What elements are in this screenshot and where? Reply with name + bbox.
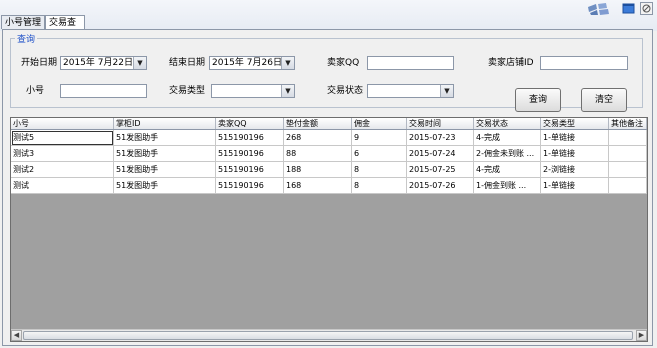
column-header[interactable]: 交易时间 xyxy=(407,118,474,129)
table-cell[interactable]: 2-佣金未到账 ... xyxy=(474,146,541,162)
column-header[interactable]: 小号 xyxy=(11,118,114,129)
table-cell[interactable]: 4-完成 xyxy=(474,130,541,146)
search-button[interactable]: 查询 xyxy=(515,88,561,112)
column-header[interactable]: 交易类型 xyxy=(541,118,609,129)
table-cell[interactable]: 测试 xyxy=(11,178,114,194)
table-cell[interactable]: 88 xyxy=(284,146,352,162)
trade-status-label: 交易状态 xyxy=(327,86,364,96)
windows-logo-icon xyxy=(588,3,609,15)
shop-id-label: 卖家店铺ID xyxy=(488,58,534,68)
scrollbar-thumb[interactable] xyxy=(23,331,633,340)
table-cell[interactable]: 188 xyxy=(284,162,352,178)
table-cell[interactable]: 测试3 xyxy=(11,146,114,162)
table-cell[interactable]: 测试5 xyxy=(11,130,114,146)
column-header[interactable]: 交易状态 xyxy=(474,118,541,129)
table-cell[interactable]: 2-浏链接 xyxy=(541,162,609,178)
table-cell[interactable]: 8 xyxy=(352,162,407,178)
table-row[interactable]: 测试2 51发图助手 515190196 188 8 2015-07-25 4-… xyxy=(11,162,647,178)
start-date-picker[interactable]: 2015年 7月22日 ▼ xyxy=(60,56,147,70)
clear-button[interactable]: 清空 xyxy=(581,88,627,112)
table-cell[interactable] xyxy=(609,178,647,194)
table-cell[interactable]: 测试2 xyxy=(11,162,114,178)
start-date-label: 开始日期 xyxy=(21,58,58,68)
table-cell[interactable]: 1-单链接 xyxy=(541,130,609,146)
trade-query-panel: 查询 开始日期 2015年 7月22日 ▼ 结束日期 2015年 7月26日 ▼… xyxy=(2,29,653,346)
table-cell[interactable]: 2015-07-24 xyxy=(407,146,474,162)
end-date-label: 结束日期 xyxy=(169,58,206,68)
table-cell[interactable]: 2015-07-23 xyxy=(407,130,474,146)
table-cell[interactable]: 4-完成 xyxy=(474,162,541,178)
chevron-down-icon[interactable]: ▼ xyxy=(440,85,453,97)
table-cell[interactable]: 51发图助手 xyxy=(114,130,216,146)
query-group: 查询 开始日期 2015年 7月22日 ▼ 结束日期 2015年 7月26日 ▼… xyxy=(10,32,643,112)
tab-bar: 小号管理 交易查询 xyxy=(0,0,657,42)
table-cell[interactable]: 1-佣金到账 ... xyxy=(474,178,541,194)
table-cell[interactable]: 9 xyxy=(352,130,407,146)
chevron-down-icon[interactable]: ▼ xyxy=(281,57,294,69)
table-cell[interactable]: 51发图助手 xyxy=(114,178,216,194)
table-cell[interactable]: 1-单链接 xyxy=(541,146,609,162)
table-cell[interactable]: 51发图助手 xyxy=(114,146,216,162)
results-grid[interactable]: 小号 掌柜ID 卖家QQ 垫付金额 佣金 交易时间 交易状态 交易类型 其他备注… xyxy=(10,117,648,342)
horizontal-scrollbar[interactable]: ◀ ▶ xyxy=(11,329,647,341)
table-cell[interactable]: 2015-07-26 xyxy=(407,178,474,194)
table-cell[interactable]: 168 xyxy=(284,178,352,194)
table-cell[interactable]: 6 xyxy=(352,146,407,162)
end-date-picker[interactable]: 2015年 7月26日 ▼ xyxy=(209,56,295,70)
account-input[interactable] xyxy=(60,84,147,98)
table-cell[interactable]: 515190196 xyxy=(216,178,284,194)
chevron-down-icon[interactable]: ▼ xyxy=(133,57,146,69)
query-group-title: 查询 xyxy=(17,35,36,45)
table-cell[interactable] xyxy=(609,146,647,162)
column-header[interactable]: 垫付金额 xyxy=(284,118,352,129)
table-cell[interactable]: 515190196 xyxy=(216,146,284,162)
window-icon[interactable] xyxy=(622,2,635,15)
close-icon[interactable] xyxy=(640,2,653,15)
tab-account-management[interactable]: 小号管理 xyxy=(1,15,45,29)
shop-id-input[interactable] xyxy=(540,56,628,70)
tab-trade-query[interactable]: 交易查询 xyxy=(45,15,85,42)
seller-qq-label: 卖家QQ xyxy=(327,58,360,68)
table-cell[interactable]: 515190196 xyxy=(216,162,284,178)
table-cell[interactable]: 51发图助手 xyxy=(114,162,216,178)
trade-type-select[interactable]: ▼ xyxy=(211,84,295,98)
column-header[interactable]: 佣金 xyxy=(352,118,407,129)
table-cell[interactable] xyxy=(609,130,647,146)
table-row[interactable]: 测试3 51发图助手 515190196 88 6 2015-07-24 2-佣… xyxy=(11,146,647,162)
grid-header: 小号 掌柜ID 卖家QQ 垫付金额 佣金 交易时间 交易状态 交易类型 其他备注 xyxy=(11,118,647,130)
table-cell[interactable]: 515190196 xyxy=(216,130,284,146)
seller-qq-input[interactable] xyxy=(367,56,454,70)
table-cell[interactable]: 8 xyxy=(352,178,407,194)
trade-status-select[interactable]: ▼ xyxy=(367,84,454,98)
column-header[interactable]: 其他备注 xyxy=(609,118,647,129)
chevron-down-icon[interactable]: ▼ xyxy=(281,85,294,97)
scroll-right-icon[interactable]: ▶ xyxy=(636,330,647,341)
scroll-left-icon[interactable]: ◀ xyxy=(11,330,22,341)
table-row[interactable]: 测试 51发图助手 515190196 168 8 2015-07-26 1-佣… xyxy=(11,178,647,194)
account-label: 小号 xyxy=(26,86,45,96)
table-cell[interactable]: 2015-07-25 xyxy=(407,162,474,178)
table-cell[interactable]: 268 xyxy=(284,130,352,146)
column-header[interactable]: 掌柜ID xyxy=(114,118,216,129)
table-cell[interactable] xyxy=(609,162,647,178)
column-header[interactable]: 卖家QQ xyxy=(216,118,284,129)
trade-type-label: 交易类型 xyxy=(169,86,206,96)
table-row[interactable]: 测试5 51发图助手 515190196 268 9 2015-07-23 4-… xyxy=(11,130,647,146)
table-cell[interactable]: 1-单链接 xyxy=(541,178,609,194)
